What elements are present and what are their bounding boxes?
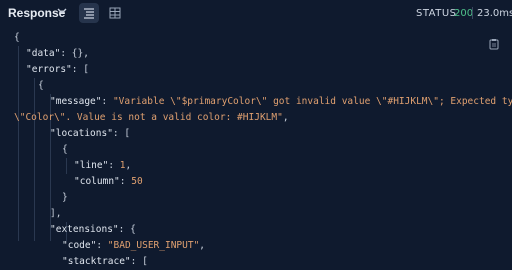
json-key: "extensions": [50, 224, 119, 235]
text-view-icon[interactable]: [79, 3, 99, 23]
punctuation: : [: [130, 256, 148, 267]
punctuation: ,: [282, 112, 289, 123]
status-code: 200: [454, 8, 474, 19]
json-key: "code": [62, 240, 97, 251]
punctuation: :: [108, 160, 120, 171]
punctuation: ,: [125, 160, 132, 171]
response-header: Response STATUS 200 23.0ms: [0, 0, 512, 28]
table-view-icon[interactable]: [105, 3, 125, 23]
json-key: "data": [26, 48, 61, 59]
punctuation: ,: [199, 240, 206, 251]
brace: {: [38, 80, 44, 91]
code-line: {: [62, 142, 68, 158]
code-line: "line": 1,: [74, 158, 131, 174]
code-line: "extensions": {: [50, 222, 136, 238]
json-key: "errors": [26, 64, 72, 75]
punctuation: : {: [118, 224, 136, 235]
chevron-down-icon[interactable]: [57, 5, 67, 20]
divider: [472, 7, 473, 19]
code-line: "column": 50: [74, 174, 143, 190]
json-number: 50: [131, 176, 143, 187]
code-line: "message": "Variable \"$primaryColor\" g…: [50, 94, 512, 110]
json-string: "BAD_USER_INPUT": [107, 240, 200, 251]
code-line: }: [62, 190, 68, 206]
json-key: "locations": [50, 128, 113, 139]
punctuation: : {},: [60, 48, 89, 59]
indent-guide: [66, 158, 67, 174]
indent-guide: [18, 46, 19, 241]
punctuation: :: [96, 240, 108, 251]
code-line: "stacktrace": [: [62, 254, 148, 270]
brace: }: [62, 192, 68, 203]
response-time: 23.0ms: [477, 8, 512, 19]
brace: {: [14, 32, 20, 43]
code-line: "errors": [: [26, 62, 89, 78]
indent-guide: [34, 78, 35, 241]
json-key: "stacktrace": [62, 256, 131, 267]
json-string: "Variable \"$primaryColor\" got invalid …: [112, 96, 512, 107]
punctuation: :: [101, 96, 113, 107]
punctuation: : [: [71, 64, 89, 75]
code-line: "locations": [: [50, 126, 130, 142]
punctuation: : [: [112, 128, 131, 139]
json-key: "line": [74, 160, 109, 171]
code-line: "code": "BAD_USER_INPUT",: [62, 238, 205, 254]
brace: {: [62, 144, 68, 155]
punctuation: :: [119, 176, 132, 187]
code-line: "data": {},: [26, 46, 89, 62]
json-key: "column": [74, 176, 120, 187]
code-line: {: [38, 78, 44, 94]
json-string: \"Color\". Value is not a valid color: #…: [14, 112, 283, 123]
json-response-body: { "data": {}, "errors": [ { "message": "…: [0, 30, 512, 267]
code-line: {: [14, 30, 20, 46]
punctuation: ],: [50, 208, 62, 219]
status-label: STATUS: [416, 8, 457, 19]
code-line: \"Color\". Value is not a valid color: #…: [14, 110, 289, 126]
code-line: ],: [50, 206, 61, 222]
json-key: "message": [50, 96, 102, 107]
